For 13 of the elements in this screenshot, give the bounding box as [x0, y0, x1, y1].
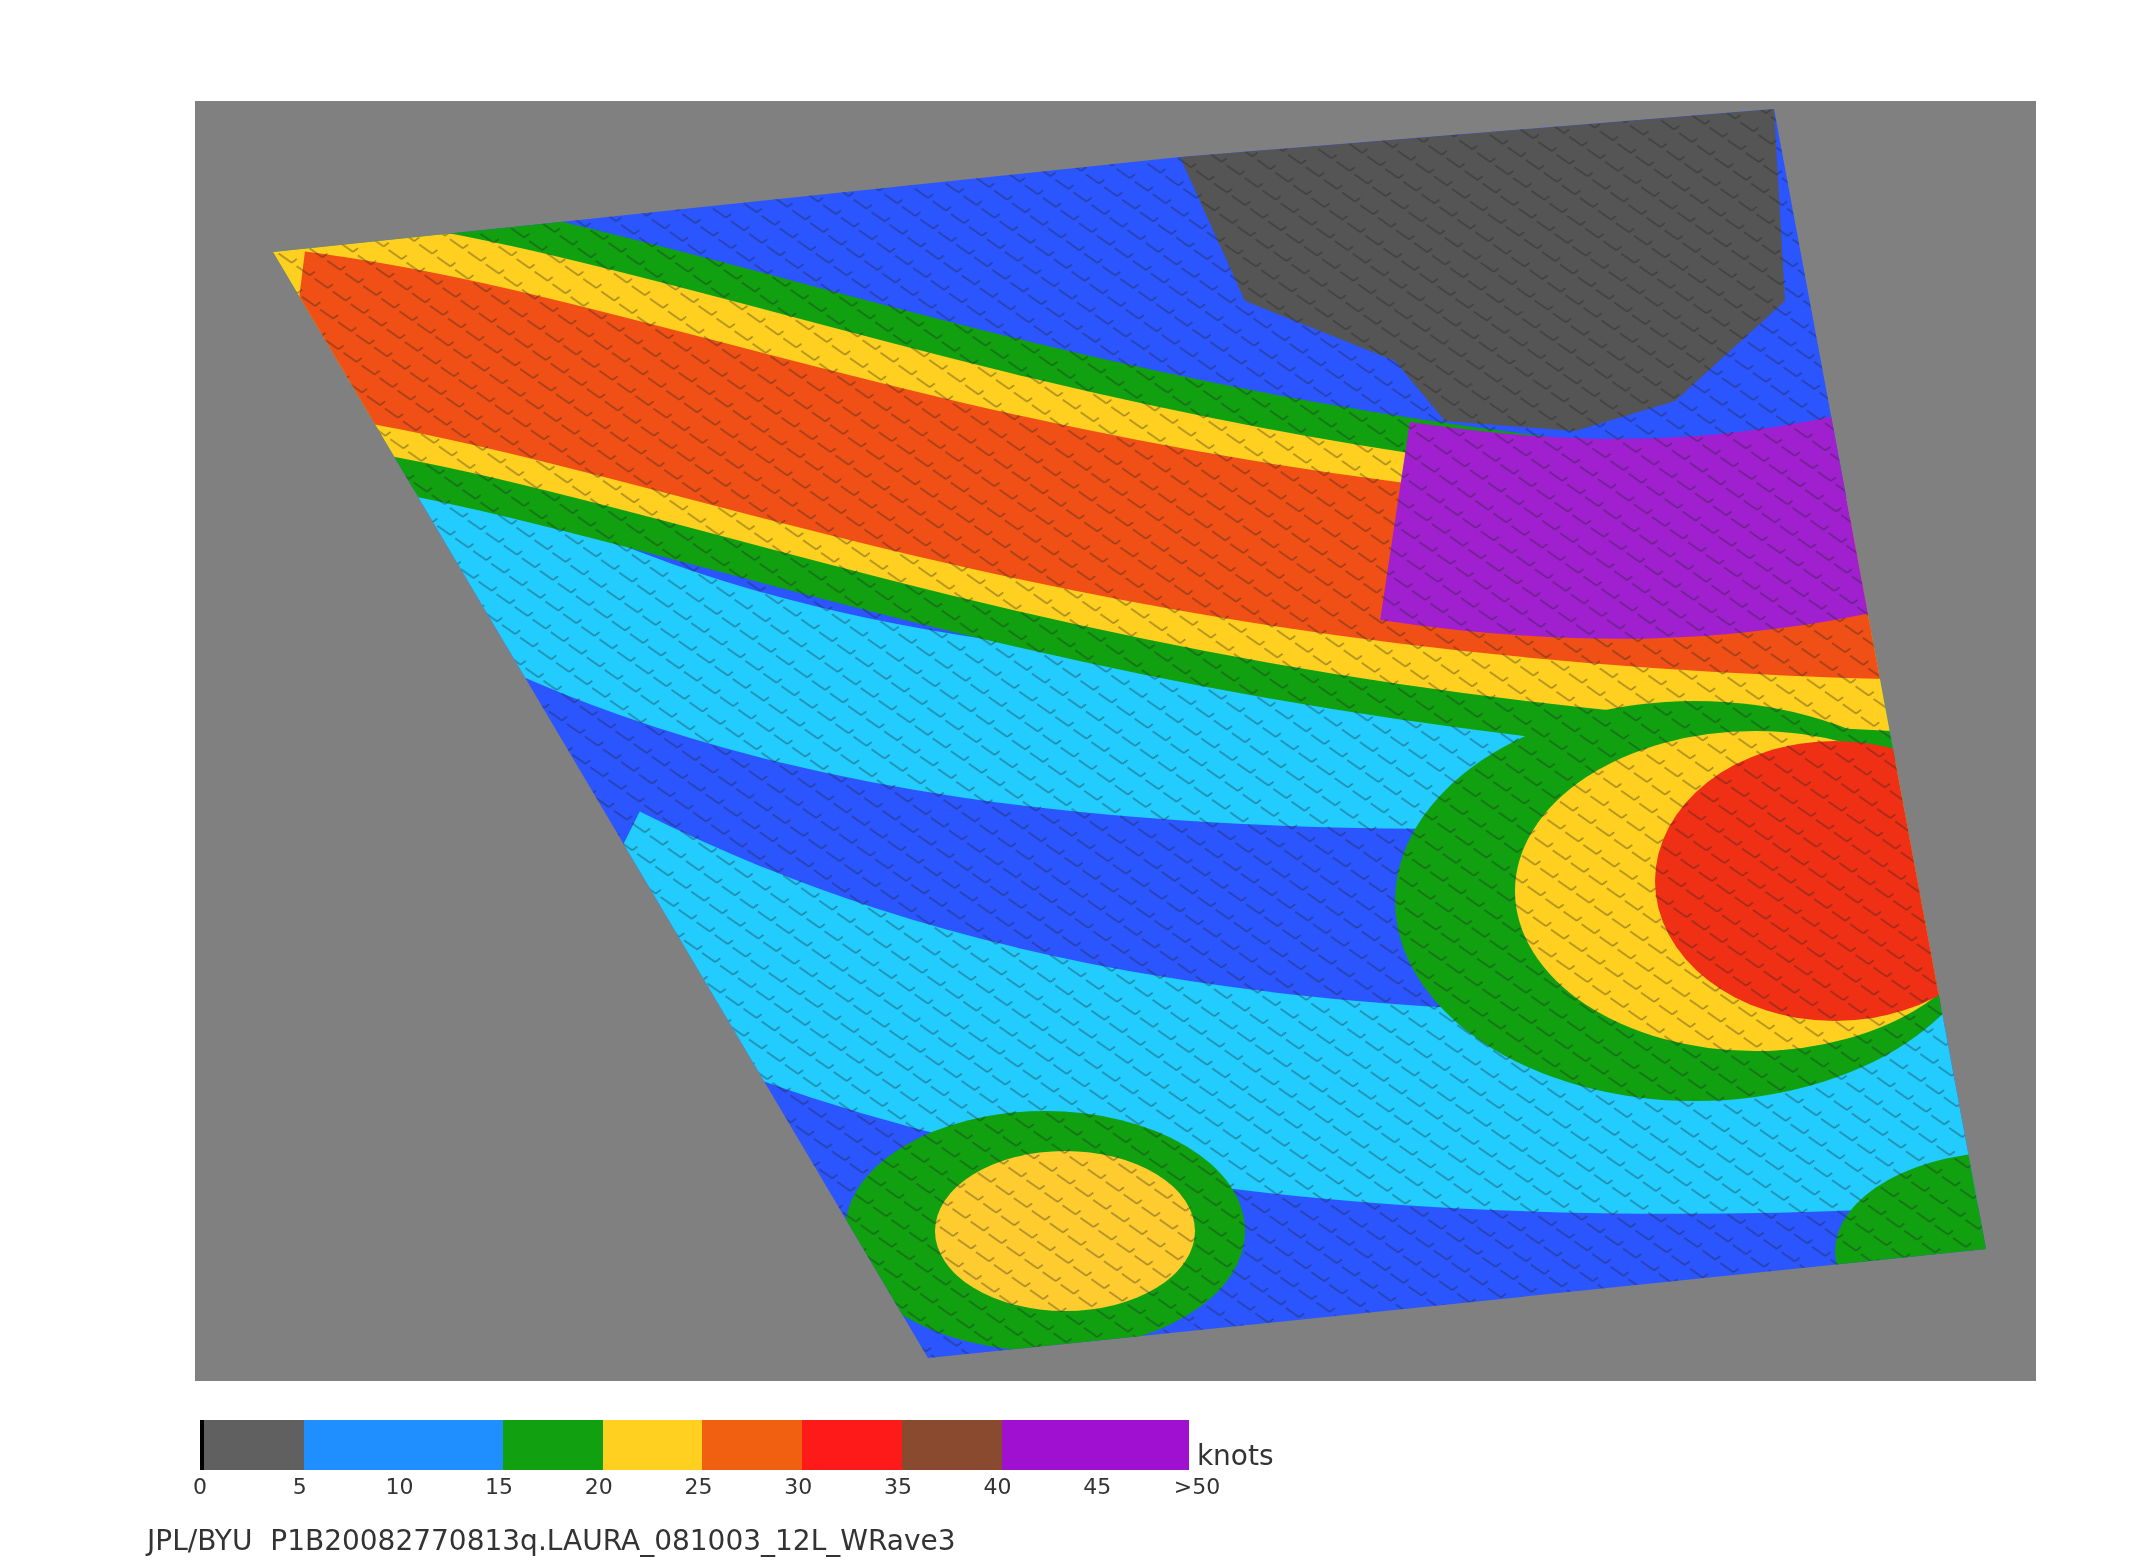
scale-tick-label: 0 [193, 1474, 207, 1499]
scale-tick-label: 45 [1083, 1474, 1112, 1499]
scale-tick-label: 10 [385, 1474, 414, 1499]
unit-label: knots [1196, 1442, 1274, 1470]
scale-tick-label: >50 [1173, 1474, 1221, 1499]
scale-tick-label: 25 [684, 1474, 713, 1499]
plot-caption: JPL/BYU P1B20082770813q.LAURA_081003_12L_WRave3 [147, 1524, 957, 1557]
scale-tick-label: 40 [983, 1474, 1012, 1499]
scale-tick-label: 15 [485, 1474, 514, 1499]
scale-tick-label: 30 [784, 1474, 813, 1499]
scale-tick-label: 35 [883, 1474, 912, 1499]
scale-tick-label: 20 [584, 1474, 613, 1499]
scale-tick-label: 5 [292, 1474, 307, 1499]
